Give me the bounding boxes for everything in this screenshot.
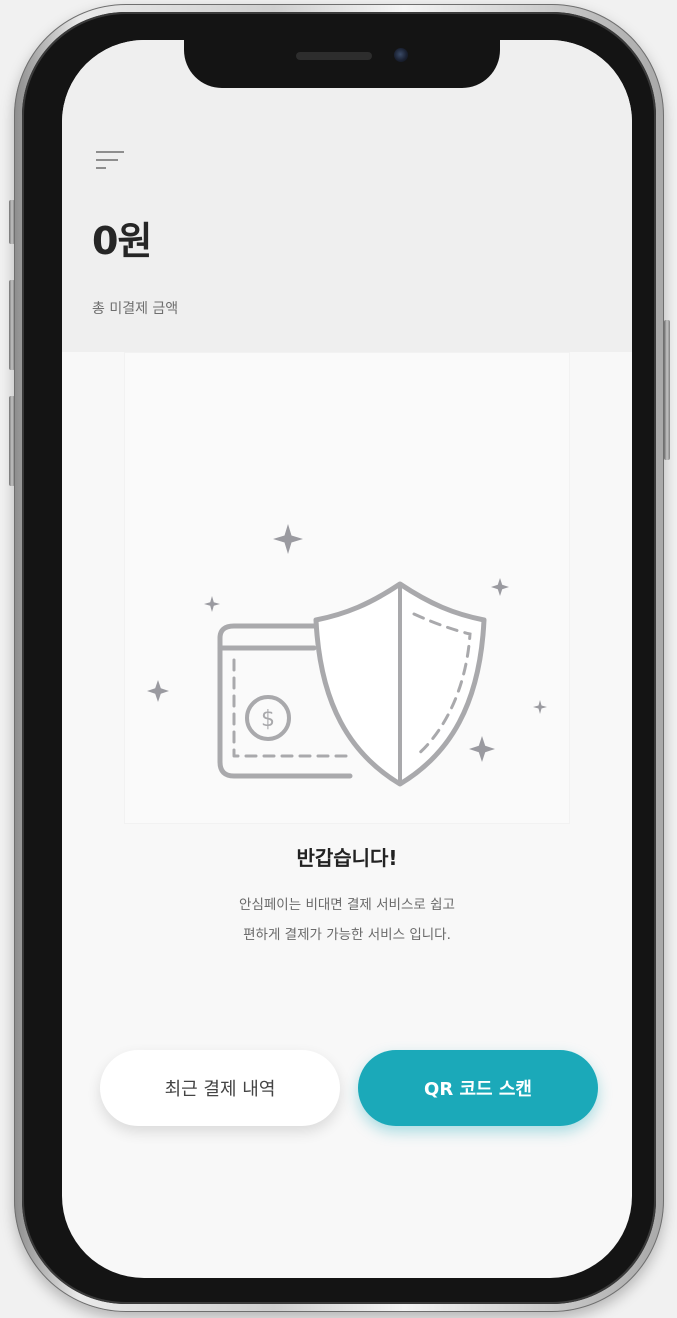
qr-scan-button[interactable]: QR 코드 스캔 <box>358 1050 598 1126</box>
qr-scan-button-label: QR 코드 스캔 <box>424 1079 532 1100</box>
sparkle-icon <box>204 596 220 612</box>
hamburger-menu-icon <box>96 151 124 169</box>
total-unpaid-amount-label: 총 미결제 금액 <box>92 301 179 317</box>
sparkle-icon <box>469 736 495 762</box>
recent-payments-button[interactable]: 최근 결제 내역 <box>100 1050 340 1126</box>
sparkle-icon <box>491 578 509 596</box>
svg-text:$: $ <box>261 707 275 732</box>
app-screen: 0원 총 미결제 금액 $ 반갑습니다! 안심페이는 비대면 결제 서비스로 쉽… <box>62 40 632 1278</box>
front-camera <box>394 48 408 62</box>
menu-button[interactable] <box>92 142 132 182</box>
dollar-coin-icon: $ <box>245 695 291 741</box>
welcome-description-line: 편하게 결제가 가능한 서비스 입니다. <box>243 927 451 943</box>
sparkle-icon <box>533 700 547 714</box>
device-notch <box>184 40 500 88</box>
welcome-description-line: 안심페이는 비대면 결제 서비스로 쉽고 <box>239 897 455 913</box>
speaker-grille <box>296 52 372 60</box>
recent-payments-button-label: 최근 결제 내역 <box>164 1079 276 1100</box>
secure-pay-illustration: $ <box>124 352 570 824</box>
sparkle-icon <box>147 680 169 702</box>
device-mockup: 0원 총 미결제 금액 $ 반갑습니다! 안심페이는 비대면 결제 서비스로 쉽… <box>0 0 677 1318</box>
total-unpaid-amount: 0원 <box>92 219 152 263</box>
shield-icon <box>313 581 487 787</box>
illustration-canvas: $ <box>147 524 547 787</box>
sparkle-icon <box>273 524 303 554</box>
welcome-description: 안심페이는 비대면 결제 서비스로 쉽고 편하게 결제가 가능한 서비스 입니다… <box>62 890 632 950</box>
power-button <box>664 320 670 460</box>
welcome-title: 반갑습니다! <box>296 846 398 870</box>
